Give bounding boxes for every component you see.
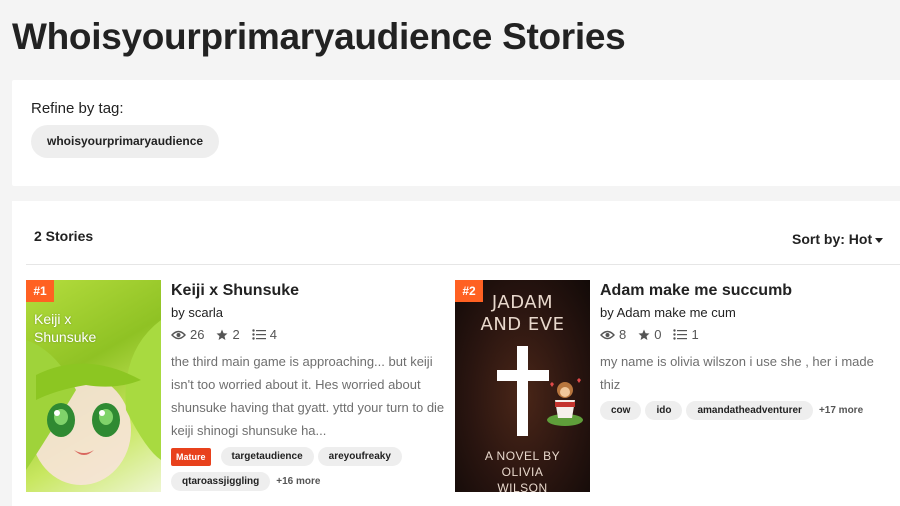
caret-down-icon bbox=[875, 237, 884, 243]
votes-stat: 2 bbox=[216, 327, 240, 342]
tag-pill[interactable]: ido bbox=[645, 401, 683, 420]
story-cover[interactable]: #1 Keiji x Shunsuke bbox=[26, 280, 161, 492]
story-title[interactable]: Keiji x Shunsuke bbox=[171, 282, 451, 300]
eye-icon bbox=[600, 330, 615, 339]
views-stat: 26 bbox=[171, 327, 204, 342]
tag-pill[interactable]: cow bbox=[600, 401, 642, 420]
divider bbox=[26, 264, 900, 265]
sort-dropdown[interactable]: Sort by: Hot bbox=[792, 231, 884, 247]
votes-count: 0 bbox=[654, 327, 662, 342]
more-tags-link[interactable]: +16 more bbox=[276, 476, 320, 487]
tag-pill[interactable]: qtaroassjiggling bbox=[171, 472, 271, 491]
story-author[interactable]: by Adam make me cum bbox=[600, 305, 880, 320]
story-title[interactable]: Adam make me succumb bbox=[600, 282, 880, 300]
star-icon bbox=[638, 329, 650, 340]
votes-count: 2 bbox=[232, 327, 240, 342]
views-count: 8 bbox=[619, 327, 627, 342]
views-stat: 8 bbox=[600, 327, 626, 342]
tag-pill[interactable]: targetaudience bbox=[220, 447, 314, 466]
parts-count: 1 bbox=[691, 327, 699, 342]
story-cover[interactable]: #2 JADAM AND EVE A NOVEL BY OLIVIA WILSO… bbox=[455, 280, 590, 492]
mature-badge: Mature bbox=[171, 447, 211, 466]
list-icon bbox=[673, 329, 688, 340]
page-title: Whoisyourprimaryaudience Stories bbox=[12, 16, 626, 57]
cover-illustration bbox=[26, 320, 161, 485]
tag-list: Mature targetaudience areyoufreaky qtaro… bbox=[171, 447, 451, 491]
tag-pill[interactable]: areyoufreaky bbox=[317, 447, 402, 466]
refine-label: Refine by tag: bbox=[31, 100, 124, 117]
parts-stat: 4 bbox=[252, 327, 277, 342]
cover-subtitle: A NOVEL BY OLIVIA WILSON bbox=[484, 449, 561, 492]
parts-count: 4 bbox=[269, 327, 277, 342]
story-description: the third main game is approaching... bu… bbox=[171, 354, 445, 438]
more-tags-link[interactable]: +17 more bbox=[819, 405, 863, 416]
eye-icon bbox=[171, 330, 186, 339]
refine-panel: Refine by tag: whoisyourprimaryaudience bbox=[12, 80, 900, 186]
star-icon bbox=[216, 329, 228, 340]
tag-pill[interactable]: amandatheadventurer bbox=[686, 401, 813, 420]
story-count: 2 Stories bbox=[34, 228, 94, 244]
views-count: 26 bbox=[190, 327, 205, 342]
stories-panel: 2 Stories Sort by: Hot #1 Keiji x Shunsu… bbox=[12, 201, 900, 506]
refine-tag-pill[interactable]: whoisyourprimaryaudience bbox=[31, 125, 220, 158]
sort-label: Sort by: Hot bbox=[792, 231, 873, 247]
list-icon bbox=[252, 329, 266, 340]
story-description: my name is olivia wilszon i use she , he… bbox=[600, 354, 874, 392]
parts-stat: 1 bbox=[673, 327, 699, 342]
story-author[interactable]: by scarla bbox=[171, 305, 451, 320]
rank-badge: #2 bbox=[455, 280, 483, 302]
rank-badge: #1 bbox=[26, 280, 54, 302]
tag-list: cow ido amandatheadventurer +17 more bbox=[600, 401, 880, 420]
votes-stat: 0 bbox=[638, 327, 661, 342]
